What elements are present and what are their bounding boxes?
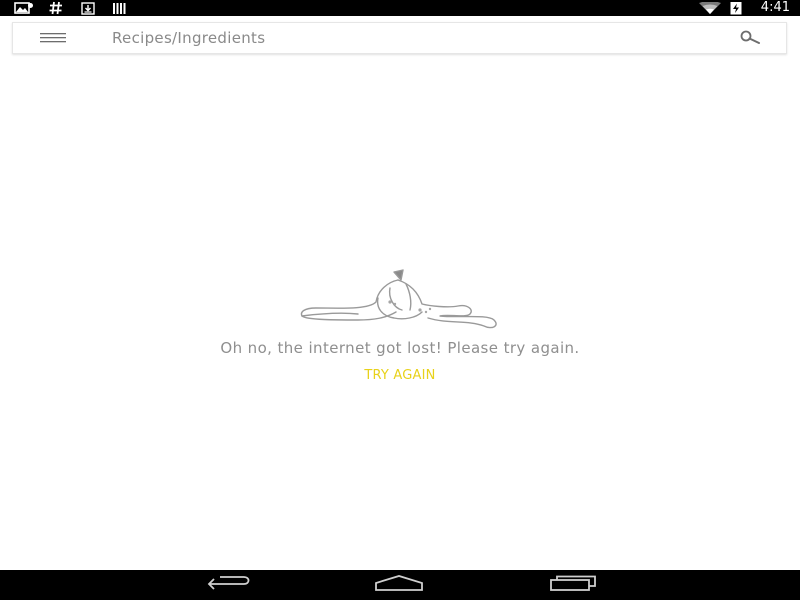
back-button[interactable] — [204, 575, 254, 595]
download-notification-icon — [80, 0, 96, 16]
search-button[interactable] — [738, 28, 762, 48]
status-bar-clock: 4:41 — [760, 0, 790, 15]
search-toolbar: Recipes/Ingredients — [12, 22, 787, 54]
home-icon — [374, 575, 424, 595]
status-bar: 4:41 — [0, 0, 800, 16]
search-icon — [739, 29, 761, 48]
image-notification-icon — [14, 0, 34, 16]
recents-button[interactable] — [548, 575, 598, 595]
banana-peel-illustration — [298, 268, 502, 332]
wifi-icon — [697, 0, 723, 16]
try-again-container: TRY AGAIN — [0, 364, 800, 383]
recents-icon — [549, 575, 597, 595]
error-message: Oh no, the internet got lost! Please try… — [220, 339, 580, 357]
menu-button[interactable] — [39, 29, 67, 49]
hamburger-menu-icon — [40, 30, 66, 49]
hashtag-notification-icon — [48, 0, 64, 16]
toolbar-title[interactable]: Recipes/Ingredients — [112, 23, 265, 53]
back-icon — [206, 575, 252, 595]
navigation-bar — [0, 570, 800, 600]
try-again-button[interactable]: TRY AGAIN — [364, 368, 435, 383]
barcode-notification-icon — [111, 0, 129, 16]
home-button[interactable] — [374, 575, 424, 595]
battery-charging-icon — [729, 0, 743, 16]
app-screen: 4:41 Recipes/Ingredients Oh no, the inte… — [0, 0, 800, 600]
